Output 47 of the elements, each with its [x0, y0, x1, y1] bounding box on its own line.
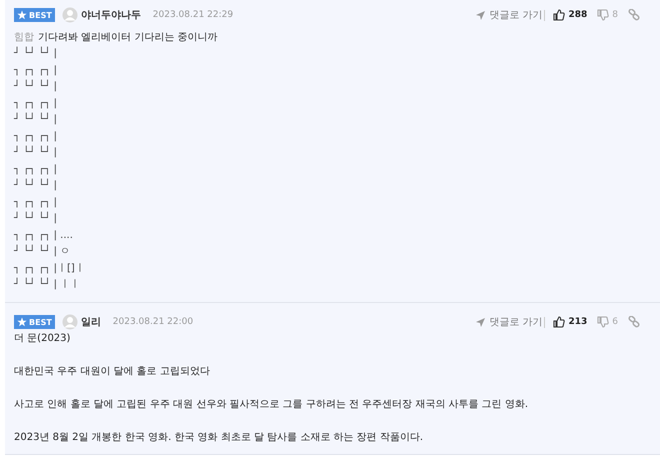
star-icon — [17, 317, 27, 327]
thumbs-down-icon — [597, 9, 610, 21]
reply-link[interactable]: 댓글로 가기 — [475, 315, 542, 329]
comment-text: 대한민국 우주 대원이 달에 홀로 고립되었다 — [14, 366, 210, 377]
arrow-icon — [475, 10, 486, 20]
nickname[interactable]: 야너두야나두 — [80, 8, 141, 22]
comment-date: 2023.08.21 22:00 — [112, 317, 194, 327]
nickname[interactable]: 일리 — [80, 315, 101, 329]
link-icon — [628, 9, 640, 21]
avatar-icon — [62, 7, 78, 23]
ascii-art-line: ┘ └┘ └┘ | ㅣㅣ — [14, 277, 82, 292]
ascii-art-line: ┘ └┘ └┘ | — [14, 211, 58, 226]
best-badge: BEST — [14, 8, 55, 22]
ascii-art-line: ┐ ┌┐ ┌┐ |ㅣ[]ㅣ — [14, 262, 86, 276]
link-icon — [628, 316, 640, 328]
arrow-icon — [475, 316, 486, 328]
like-button[interactable]: 213 — [553, 316, 588, 328]
ascii-art-line: ┘ └┘ └┘ | — [14, 79, 58, 94]
ascii-art-line: ┘ └┘ └┘ | — [14, 145, 58, 160]
comment-text: 더 문(2023) — [14, 333, 70, 344]
link-button[interactable] — [628, 316, 640, 328]
ascii-art-line: ┐ ┌┐ ┌┐ | — [14, 163, 58, 177]
link-button[interactable] — [628, 9, 640, 21]
comment-date: 2023.08.21 22:29 — [152, 10, 234, 20]
comment-text: 2023년 8월 2일 개봉한 한국 영화. 한국 영화 최초로 달 탐사를 소재로 하는 장편 작품이다. — [14, 432, 424, 443]
like-button[interactable]: 288 — [553, 9, 588, 21]
dislike-button[interactable]: 8 — [597, 9, 618, 21]
star-icon — [17, 10, 27, 20]
ascii-art-line: ┐ ┌┐ ┌┐ | — [14, 196, 58, 210]
ascii-art-line: ┘ └┘ └┘ | — [14, 46, 58, 61]
ascii-art-line: ┘ └┘ └┘ | ㅇ — [14, 244, 72, 259]
ascii-art-line: ┐ ┌┐ ┌┐ | — [14, 130, 58, 144]
ascii-art-line: ┘ └┘ └┘ | — [14, 112, 58, 127]
mention-tag[interactable]: 힘합 — [14, 32, 34, 43]
ascii-art-line: ┐ ┌┐ ┌┐ | .... — [14, 229, 74, 243]
avatar-icon — [62, 314, 78, 330]
comment-text: 사고로 인해 홀로 달에 고립된 우주 대원 선우와 필사적으로 그를 구하려는 전 우주센터장 재국의 사투를 그린 영화. — [14, 399, 528, 410]
ascii-art-line: ┐ ┌┐ ┌┐ | — [14, 97, 58, 111]
ascii-art-line: ┘ └┘ └┘ | — [14, 178, 58, 193]
thumbs-down-icon — [597, 316, 610, 328]
ascii-art-line: ┐ ┌┐ ┌┐ | — [14, 64, 58, 78]
comment-text: 기다려봐 엘리베이터 기다리는 중이니까 — [38, 32, 218, 43]
thumbs-up-icon — [553, 316, 566, 328]
reply-link[interactable]: 댓글로 가기 — [475, 8, 542, 22]
thumbs-up-icon — [553, 9, 566, 21]
best-badge: BEST — [14, 315, 55, 329]
dislike-button[interactable]: 6 — [597, 316, 618, 328]
